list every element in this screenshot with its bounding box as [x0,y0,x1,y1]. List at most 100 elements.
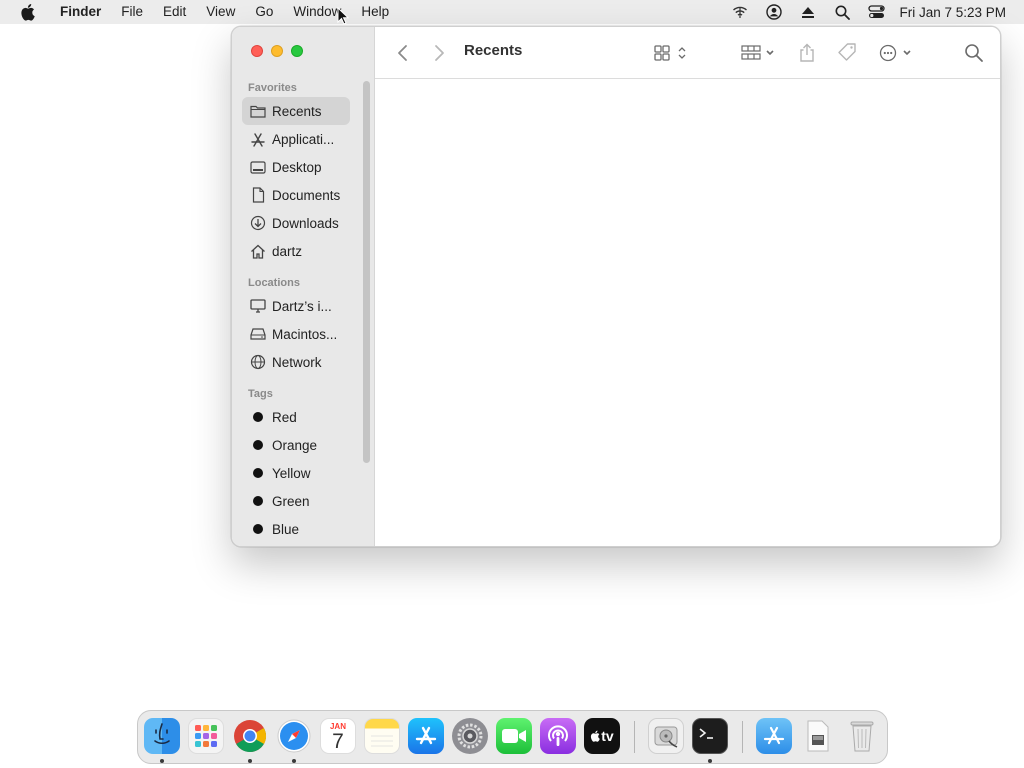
section-title-tags: Tags [248,388,273,400]
wifi-icon[interactable] [723,0,757,24]
download-icon [250,215,266,231]
file-content-area[interactable] [375,79,1000,546]
trash-icon[interactable] [844,718,880,754]
window-controls [251,45,303,57]
tag-dot-icon [253,412,263,422]
tag-dot-icon [253,496,263,506]
sidebar-item-macintosh-hd[interactable]: Macintos... [242,320,350,348]
sidebar-tag-yellow[interactable]: Yellow [242,459,350,487]
ellipsis-circle-icon[interactable] [878,41,914,65]
group-by-icon[interactable] [740,41,780,65]
network-globe-icon [250,354,266,370]
finder-window: Favorites Recents Applicati... Desktop D… [231,26,1001,547]
document-icon [250,187,266,203]
desktop-icon [250,159,266,175]
sidebar-tag-green[interactable]: Green [242,487,350,515]
apple-logo-icon[interactable] [16,0,38,24]
sidebar-item-label: Orange [272,437,318,453]
menu-bar: Finder File Edit View Go Window Help Fri… [0,0,1024,24]
computer-icon [250,298,266,314]
home-icon [250,243,266,259]
sidebar-item-computer[interactable]: Dartz’s i... [242,292,350,320]
sidebar-item-label: Yellow [272,465,311,481]
sidebar-item-documents[interactable]: Documents [242,181,350,209]
finder-toolbar: Recents [375,27,1000,79]
dock-separator [742,721,743,753]
sidebar-tag-blue[interactable]: Blue [242,515,350,543]
apple-tv-label: tv [601,728,614,744]
tag-dot-icon [253,468,263,478]
status-area: Fri Jan 7 5:23 PM [723,0,1006,24]
sidebar-item-home[interactable]: dartz [242,237,350,265]
menu-file[interactable]: File [111,0,153,24]
eject-icon[interactable] [791,0,825,24]
finder-sidebar: Favorites Recents Applicati... Desktop D… [232,27,375,546]
terminal-icon[interactable] [692,718,728,754]
running-indicator [248,759,252,763]
sidebar-item-label: dartz [272,243,303,259]
menu-view[interactable]: View [196,0,245,24]
spotlight-search-icon[interactable] [825,0,859,24]
sidebar-item-applications[interactable]: Applicati... [242,125,350,153]
search-icon[interactable] [964,41,984,65]
running-indicator [292,759,296,763]
sidebar-item-network[interactable]: Network [242,348,350,376]
chrome-icon[interactable] [232,718,268,754]
sidebar-item-recents[interactable]: Recents [242,97,350,125]
sidebar-item-label: Network [272,354,322,370]
tag-dot-icon [253,440,263,450]
sidebar-item-label: Applicati... [272,131,335,147]
tag-dot-icon [253,524,263,534]
sidebar-item-label: Desktop [272,159,322,175]
sidebar-scrollbar[interactable] [363,81,370,463]
disk-utility-icon[interactable] [648,718,684,754]
document-stack-icon[interactable] [800,718,836,754]
sidebar-item-downloads[interactable]: Downloads [242,209,350,237]
sidebar-tag-orange[interactable]: Orange [242,431,350,459]
menu-app-finder[interactable]: Finder [52,0,111,24]
launchpad-icon[interactable] [188,718,224,754]
section-title-locations: Locations [248,277,300,289]
sidebar-item-label: Documents [272,187,341,203]
mouse-cursor-icon [337,7,349,25]
sidebar-item-label: Macintos... [272,326,338,342]
control-center-icon[interactable] [859,0,893,24]
notes-icon[interactable] [364,718,400,754]
applications-icon [250,131,266,147]
sidebar-item-label: Downloads [272,215,339,231]
menu-edit[interactable]: Edit [153,0,196,24]
share-icon[interactable] [798,41,816,65]
sidebar-item-label: Green [272,493,310,509]
chevron-left-icon[interactable] [395,41,411,65]
calendar-day: 7 [332,730,344,753]
dock-separator [634,721,635,753]
sidebar-item-label: Red [272,409,297,425]
folder-clock-icon [250,103,266,119]
podcasts-icon[interactable] [540,718,576,754]
finder-icon[interactable] [144,718,180,754]
applications-folder-icon[interactable] [756,718,792,754]
grid-view-icon[interactable] [653,41,691,65]
app-store-icon[interactable] [408,718,444,754]
close-button[interactable] [251,45,263,57]
apple-tv-icon[interactable]: tv [584,718,620,754]
menu-go[interactable]: Go [245,0,283,24]
tag-icon[interactable] [836,41,858,65]
menu-help[interactable]: Help [351,0,399,24]
dock: JAN 7 tv [137,710,888,764]
chevron-right-icon[interactable] [431,41,447,65]
user-account-icon[interactable] [757,0,791,24]
sidebar-scroll-area[interactable]: Favorites Recents Applicati... Desktop D… [232,79,375,546]
system-settings-icon[interactable] [452,718,488,754]
calendar-icon[interactable]: JAN 7 [320,718,356,754]
safari-icon[interactable] [276,718,312,754]
facetime-icon[interactable] [496,718,532,754]
sidebar-tag-red[interactable]: Red [242,403,350,431]
running-indicator [160,759,164,763]
zoom-button[interactable] [291,45,303,57]
section-title-favorites: Favorites [248,82,297,94]
sidebar-item-desktop[interactable]: Desktop [242,153,350,181]
sidebar-item-label: Dartz’s i... [272,298,332,314]
minimize-button[interactable] [271,45,283,57]
menubar-clock[interactable]: Fri Jan 7 5:23 PM [899,5,1006,20]
